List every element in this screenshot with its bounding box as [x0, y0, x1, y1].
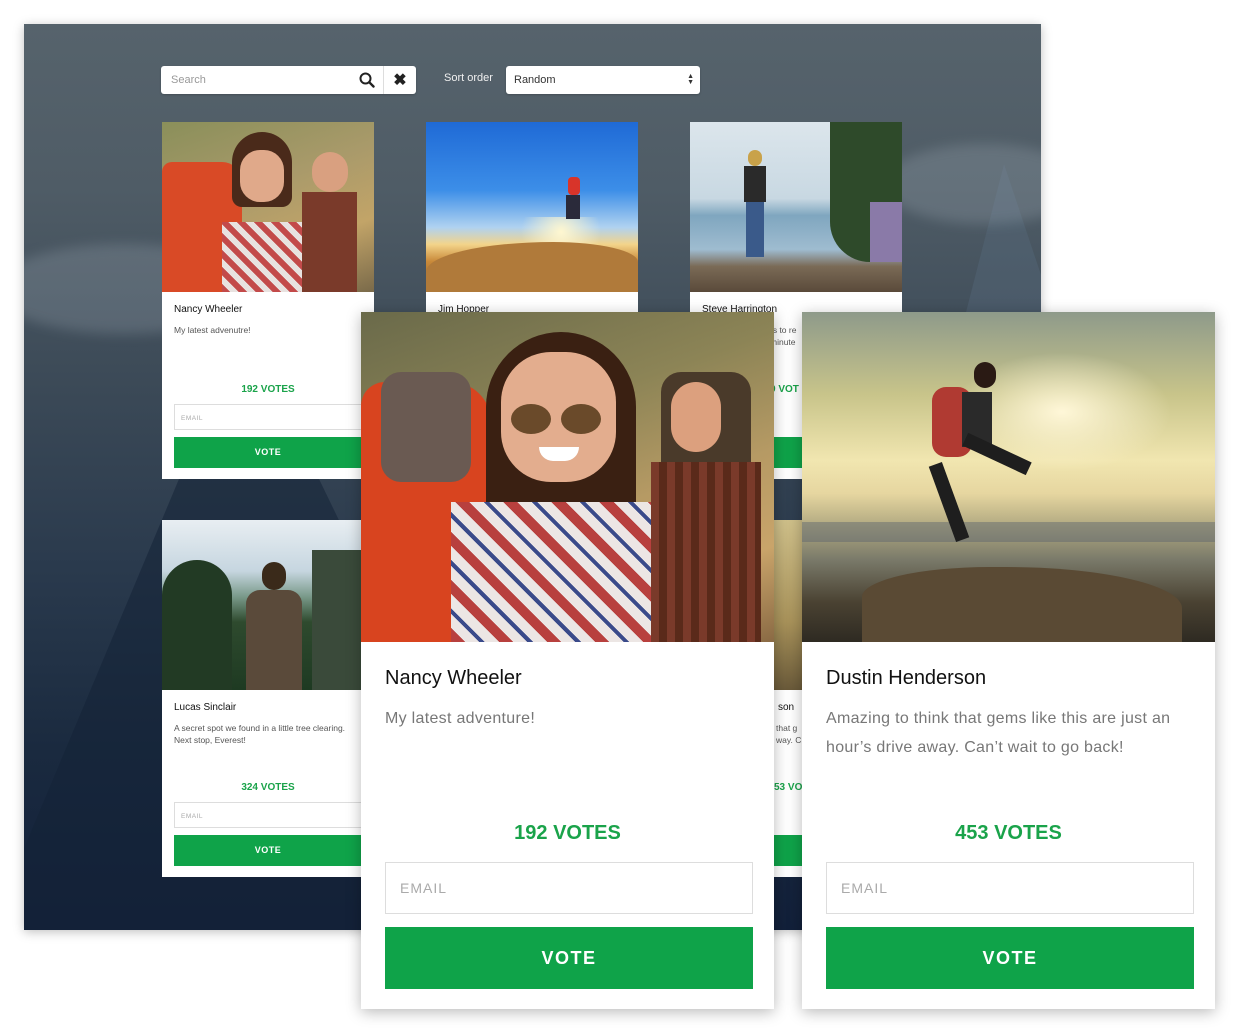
grid-card-email-field[interactable]: EMAIL: [174, 802, 362, 828]
select-arrows-icon: ▲ ▼: [687, 73, 694, 86]
search-button[interactable]: [351, 66, 383, 94]
grid-card-votes: 324 VOTES: [241, 782, 295, 793]
sort-order-value: Random: [514, 74, 556, 86]
featured-card-vote-button[interactable]: VOTE: [826, 927, 1194, 989]
grid-card-photo: [426, 122, 638, 292]
search-box: ✖: [161, 66, 416, 94]
close-icon: ✖: [393, 72, 407, 89]
grid-card-description: A secret spot we found in a little tree …: [174, 723, 346, 745]
featured-card-vote-button[interactable]: VOTE: [385, 927, 753, 989]
featured-card-email-field[interactable]: EMAIL: [826, 862, 1194, 914]
featured-card-votes: 453 VOTES: [955, 822, 1062, 844]
grid-card-votes: 9 VOT: [770, 384, 799, 395]
grid-card-name: son: [778, 702, 795, 713]
grid-card-vote-button[interactable]: VOTE: [174, 437, 362, 468]
grid-card-name: Nancy Wheeler: [174, 304, 243, 315]
featured-card: Nancy Wheeler My latest adventure! 192 V…: [361, 312, 774, 1009]
grid-card-photo: [162, 520, 374, 690]
search-input[interactable]: [161, 66, 351, 94]
grid-card: Lucas Sinclair A secret spot we found in…: [162, 520, 374, 877]
grid-card-photo: [690, 122, 902, 292]
grid-card-votes: 192 VOTES: [241, 384, 295, 395]
featured-card: Dustin Henderson Amazing to think that g…: [802, 312, 1215, 1009]
featured-card-email-field[interactable]: EMAIL: [385, 862, 753, 914]
grid-card-description: My latest advenutre!: [174, 325, 251, 335]
search-icon: [359, 72, 375, 88]
clear-search-button[interactable]: ✖: [383, 66, 416, 94]
grid-card-email-field[interactable]: EMAIL: [174, 404, 362, 430]
sort-order-select[interactable]: Random ▲ ▼: [506, 66, 700, 94]
featured-card-votes: 192 VOTES: [514, 822, 621, 844]
featured-card-description: My latest adventure!: [385, 710, 536, 727]
featured-card-photo: [802, 312, 1215, 642]
sort-order-label: Sort order: [444, 72, 493, 84]
featured-card-description: Amazing to think that gems like this are…: [826, 710, 1171, 756]
featured-card-photo: [361, 312, 774, 642]
featured-card-name: Nancy Wheeler: [385, 667, 522, 689]
featured-card-name: Dustin Henderson: [826, 667, 987, 689]
grid-card-vote-button[interactable]: VOTE: [174, 835, 362, 866]
grid-card: Nancy Wheeler My latest advenutre! 192 V…: [162, 122, 374, 479]
grid-card-votes: 53 VO: [774, 782, 803, 793]
grid-card-photo: [162, 122, 374, 292]
grid-card-name: Lucas Sinclair: [174, 702, 237, 713]
